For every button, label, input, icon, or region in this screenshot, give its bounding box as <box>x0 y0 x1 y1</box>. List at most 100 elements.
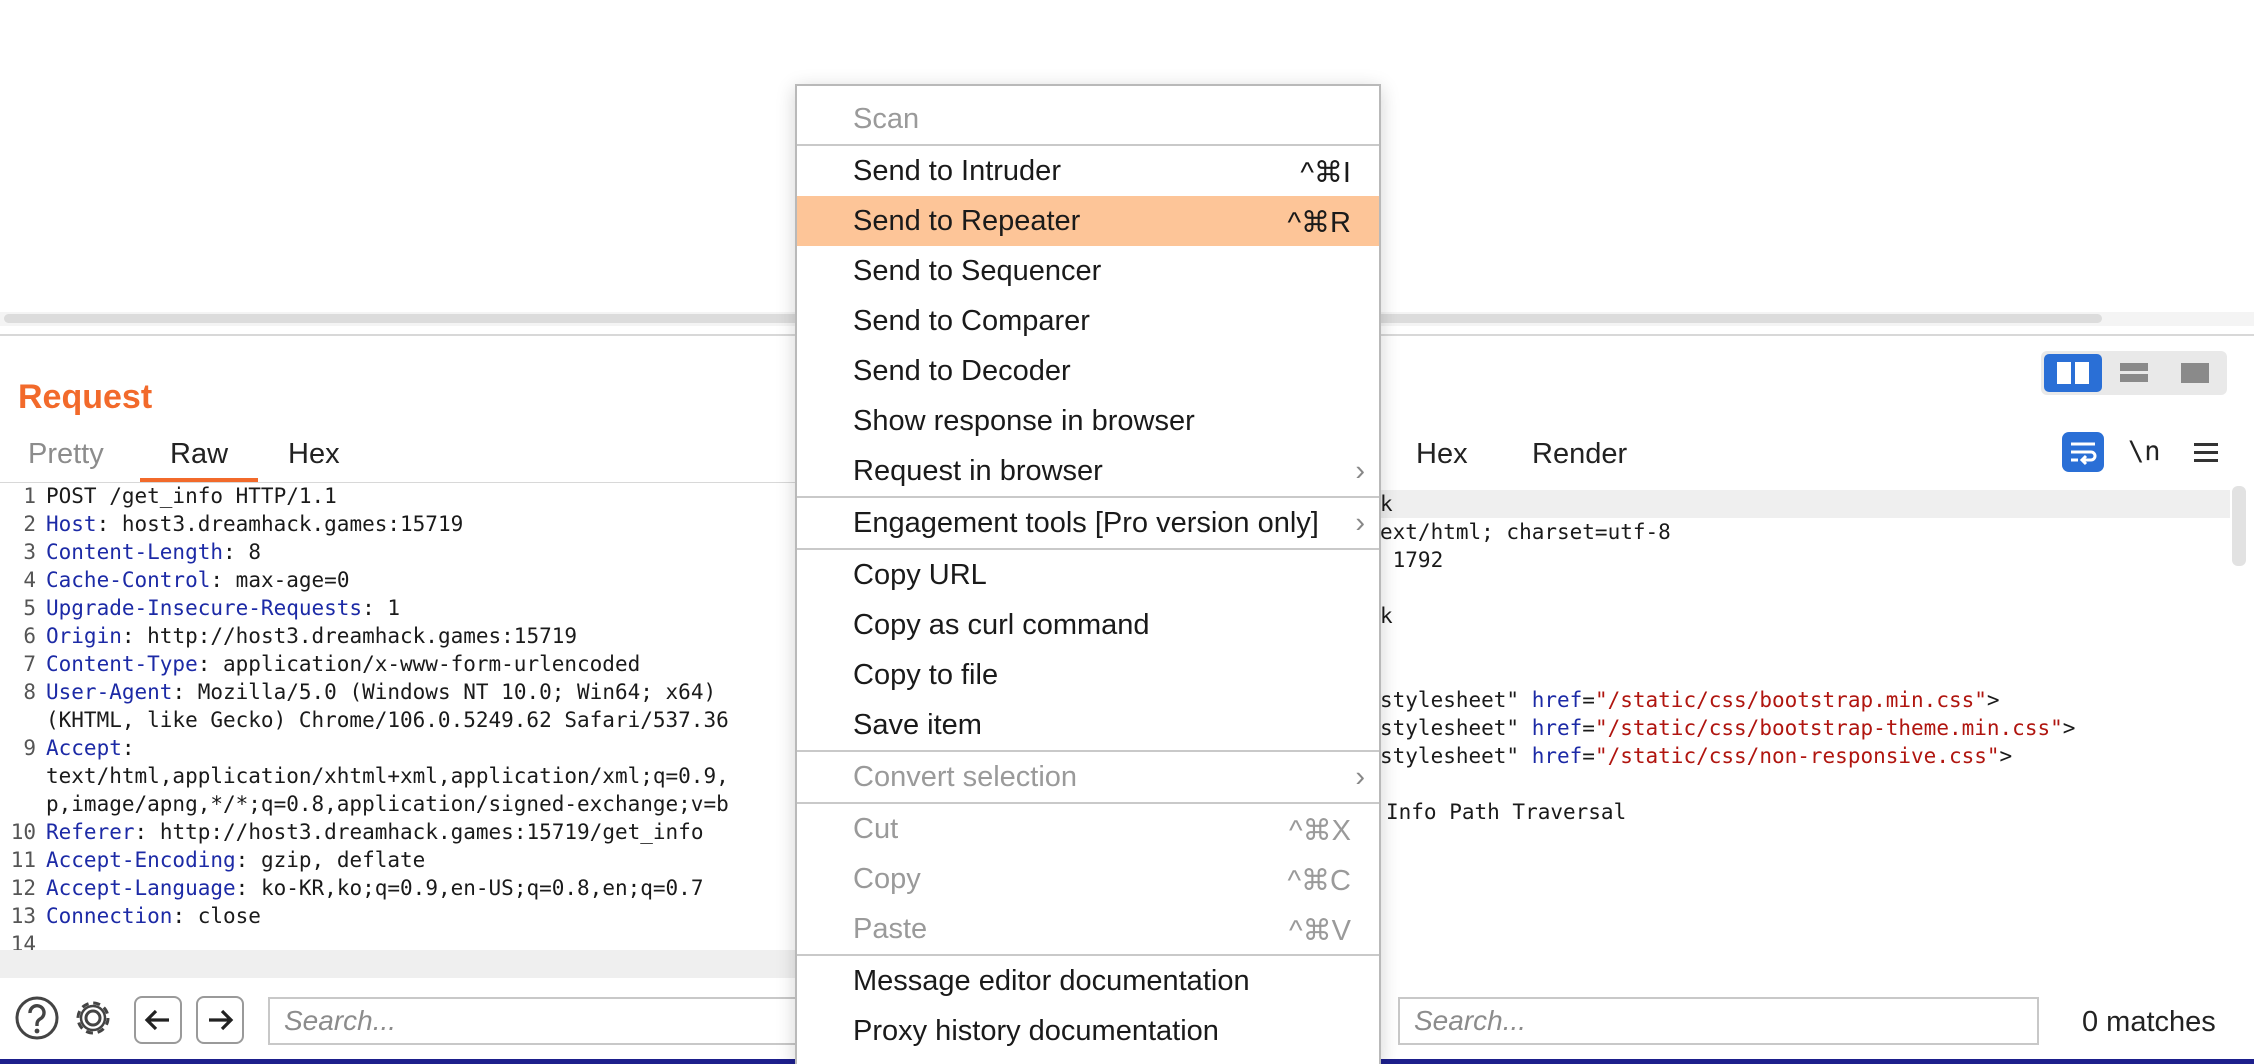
menu-item-save-item[interactable]: Save item <box>797 700 1379 750</box>
menu-item-send-to-sequencer[interactable]: Send to Sequencer <box>797 246 1379 296</box>
menu-item-scan: Scan <box>853 103 920 135</box>
header-value: Mozilla/5.0 (Windows NT 10.0; Win64; x64… <box>185 680 717 704</box>
arrow-left-icon[interactable] <box>134 996 182 1044</box>
request-panel-title: Request <box>18 378 153 416</box>
header-value: 8 <box>235 540 261 564</box>
header-value: 1 <box>374 596 401 620</box>
request-text: text/html,application/xhtml+xml,applicat… <box>46 764 729 788</box>
menu-item-copy-url[interactable]: Copy URL <box>797 550 1379 600</box>
header-name: User-Agent <box>46 680 173 704</box>
request-line[interactable]: 5 Upgrade-Insecure-Requests: 1 <box>0 594 800 622</box>
tabs-divider <box>0 482 800 483</box>
line-number: 5 <box>23 596 36 620</box>
menu-item-proxy-history-documentation[interactable]: Proxy history documentation <box>797 1006 1379 1056</box>
menu-item-request-in-browser[interactable]: Request in browser › <box>797 446 1379 496</box>
request-text: p,image/apng,*/*;q=0.8,application/signe… <box>46 792 729 816</box>
submenu-arrow-icon: › <box>1355 761 1365 793</box>
request-line[interactable]: 3 Content-Length: 8 <box>0 538 800 566</box>
line-number: 7 <box>23 652 36 676</box>
line-number: 12 <box>10 876 36 900</box>
request-text: POST /get_info HTTP/1.1 <box>46 484 337 508</box>
request-line[interactable]: 12 Accept-Language: ko-KR,ko;q=0.9,en-US;… <box>0 874 800 902</box>
request-line[interactable]: text/html,application/xhtml+xml,applicat… <box>0 762 800 790</box>
request-search-input[interactable] <box>268 997 808 1045</box>
menu-item-show-response-in-browser[interactable]: Show response in browser <box>797 396 1379 446</box>
request-body-line[interactable]: 15 userid=0 <box>0 950 800 978</box>
header-name: Origin <box>46 624 122 648</box>
tab-pretty[interactable]: Pretty <box>28 438 104 471</box>
header-value: http://host3.dreamhack.games:15719 <box>134 624 578 648</box>
line-number: 3 <box>23 540 36 564</box>
gear-icon[interactable] <box>70 995 116 1041</box>
layout-split-icon[interactable] <box>2044 354 2102 392</box>
header-name: Content-Type <box>46 652 198 676</box>
request-line[interactable]: 6 Origin: http://host3.dreamhack.games:15… <box>0 622 800 650</box>
response-tab-render[interactable]: Render <box>1532 438 1627 471</box>
request-line[interactable]: 10 Referer: http://host3.dreamhack.games:… <box>0 818 800 846</box>
header-name: Accept-Encoding <box>46 848 236 872</box>
menu-item-copy-to-file[interactable]: Copy to file <box>797 650 1379 700</box>
response-line: k <box>1380 604 1393 628</box>
tab-raw[interactable]: Raw <box>170 438 228 471</box>
header-name: Host <box>46 512 97 536</box>
response-title-line: Info Path Traversal <box>1386 800 1627 824</box>
menu-item-copy-as-curl[interactable]: Copy as curl command <box>797 600 1379 650</box>
word-wrap-icon[interactable] <box>2062 432 2104 472</box>
response-link-line: stylesheet" href="/static/css/bootstrap.… <box>1380 688 2000 712</box>
header-name: Upgrade-Insecure-Requests <box>46 596 363 620</box>
request-line[interactable]: 4 Cache-Control: max-age=0 <box>0 566 800 594</box>
line-number: 2 <box>23 512 36 536</box>
request-line[interactable]: 13 Connection: close <box>0 902 800 930</box>
request-line[interactable]: 2 Host: host3.dreamhack.games:15719 <box>0 510 800 538</box>
response-line: k <box>1380 490 2230 518</box>
request-line[interactable]: 11 Accept-Encoding: gzip, deflate <box>0 846 800 874</box>
response-line: 1792 <box>1380 548 1444 572</box>
response-line: ext/html; charset=utf-8 <box>1380 520 1671 544</box>
response-tab-hex[interactable]: Hex <box>1416 438 1468 471</box>
line-number: 8 <box>23 680 36 704</box>
menu-item-send-to-intruder[interactable]: Send to Intruder ^⌘I <box>797 146 1379 196</box>
request-line[interactable]: 9 Accept: <box>0 734 800 762</box>
hamburger-menu-icon[interactable] <box>2192 440 2220 466</box>
header-value: gzip, deflate <box>248 848 426 872</box>
submenu-arrow-icon: › <box>1355 455 1365 487</box>
menu-item-message-editor-documentation[interactable]: Message editor documentation <box>797 956 1379 1006</box>
response-viewer[interactable]: k ext/html; charset=utf-8 1792 k stylesh… <box>1380 484 2254 980</box>
line-number: 10 <box>10 820 36 844</box>
help-icon[interactable] <box>14 995 60 1041</box>
request-line[interactable]: p,image/apng,*/*;q=0.8,application/signe… <box>0 790 800 818</box>
line-number: 11 <box>10 848 36 872</box>
header-name: Content-Length <box>46 540 224 564</box>
line-number: 9 <box>23 736 36 760</box>
menu-item-convert-selection: Convert selection › <box>853 761 1365 793</box>
response-link-line: stylesheet" href="/static/css/non-respon… <box>1380 744 2013 768</box>
newline-toggle[interactable]: \n <box>2128 436 2161 467</box>
context-menu: Scan Send to Intruder ^⌘I Send to Repeate… <box>795 84 1381 1064</box>
response-link-line: stylesheet" href="/static/css/bootstrap-… <box>1380 716 2076 740</box>
menu-item-engagement-tools[interactable]: Engagement tools [Pro version only] › <box>797 498 1379 548</box>
header-name: Accept-Language <box>46 876 236 900</box>
submenu-arrow-icon: › <box>1355 507 1365 539</box>
request-line[interactable]: 8 User-Agent: Mozilla/5.0 (Windows NT 10.… <box>0 678 800 706</box>
line-number: 6 <box>23 624 36 648</box>
header-value: http://host3.dreamhack.games:15719/get_i… <box>147 820 704 844</box>
menu-item-send-to-comparer[interactable]: Send to Comparer <box>797 296 1379 346</box>
menu-item-send-to-decoder[interactable]: Send to Decoder <box>797 346 1379 396</box>
request-editor[interactable]: 1 POST /get_info HTTP/1.1 2 Host: host3.dre… <box>0 484 800 980</box>
request-line[interactable]: (KHTML, like Gecko) Chrome/106.0.5249.62… <box>0 706 800 734</box>
menu-item-send-to-repeater[interactable]: Send to Repeater ^⌘R <box>797 196 1379 246</box>
arrow-right-icon[interactable] <box>196 996 244 1044</box>
menu-item-copy: Copy ^⌘C <box>853 863 1351 897</box>
response-scrollbar[interactable] <box>2232 486 2246 566</box>
layout-single-icon[interactable] <box>2166 354 2224 392</box>
header-value: close <box>185 904 261 928</box>
header-name: Referer <box>46 820 135 844</box>
response-search-input[interactable] <box>1398 997 2039 1045</box>
layout-stack-icon[interactable] <box>2105 354 2163 392</box>
request-line[interactable]: 1 POST /get_info HTTP/1.1 <box>0 484 800 510</box>
request-text: (KHTML, like Gecko) Chrome/106.0.5249.62… <box>46 708 729 732</box>
tab-hex[interactable]: Hex <box>288 438 340 471</box>
request-line[interactable]: 7 Content-Type: application/x-www-form-ur… <box>0 650 800 678</box>
menu-item-paste: Paste ^⌘V <box>853 913 1351 947</box>
menu-item-cut: Cut ^⌘X <box>853 813 1351 847</box>
